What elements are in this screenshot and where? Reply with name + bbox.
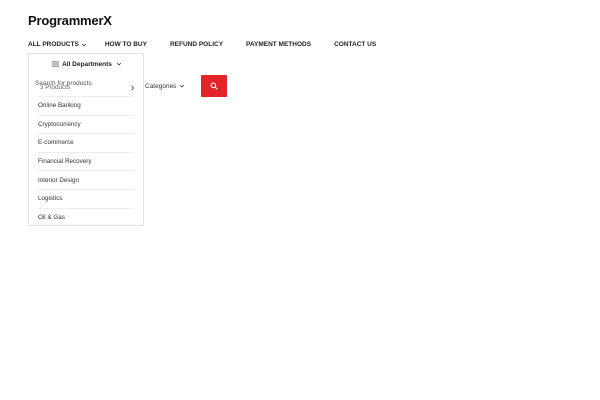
menu-icon <box>52 61 60 67</box>
department-item[interactable]: Cryptocurrency <box>38 116 135 135</box>
nav-all-products[interactable]: ALL PRODUCTS <box>28 41 87 48</box>
chevron-down-icon <box>116 62 121 66</box>
department-item-first-label: 3 Products <box>40 84 71 91</box>
search-button[interactable] <box>201 75 227 97</box>
department-item[interactable]: Logistics <box>38 190 135 209</box>
nav-how-to-buy[interactable]: HOW TO BUY <box>105 41 147 48</box>
department-item[interactable]: E-commerce <box>38 134 135 153</box>
nav-refund-policy[interactable]: REFUND POLICY <box>170 41 223 48</box>
main-nav: ALL PRODUCTS HOW TO BUY REFUND POLICY PA… <box>28 41 376 48</box>
nav-all-products-label: ALL PRODUCTS <box>28 41 79 48</box>
department-item[interactable]: Oil & Gas <box>38 209 135 228</box>
department-item[interactable]: Interior Design <box>38 171 135 190</box>
chevron-down-icon <box>81 43 86 46</box>
site-logo[interactable]: ProgrammerX <box>28 13 112 28</box>
category-select[interactable]: Categories <box>145 75 185 97</box>
nav-how-to-buy-label: HOW TO BUY <box>104 41 147 48</box>
department-item[interactable]: Financial Recovery <box>38 153 135 172</box>
nav-contact-us-label: CONTACT US <box>334 41 377 48</box>
departments-toggle[interactable]: All Departments <box>29 54 145 74</box>
nav-refund-policy-label: REFUND POLICY <box>169 41 224 48</box>
nav-payment-methods[interactable]: PAYMENT METHODS <box>246 41 311 48</box>
department-item-first[interactable]: 3 Products <box>38 79 135 97</box>
chevron-right-icon <box>131 84 135 91</box>
nav-contact-us[interactable]: CONTACT US <box>334 41 376 48</box>
nav-payment-methods-label: PAYMENT METHODS <box>246 41 312 48</box>
departments-header-label: All Departments <box>62 60 112 68</box>
search-icon <box>210 82 218 90</box>
page: ProgrammerX ALL PRODUCTS HOW TO BUY REFU… <box>0 0 600 400</box>
departments-list: Online Banking Cryptocurrency E-commerce… <box>38 97 135 227</box>
chevron-down-icon <box>180 84 185 88</box>
department-item[interactable]: Online Banking <box>38 97 135 116</box>
category-select-label: Categories <box>145 82 177 90</box>
